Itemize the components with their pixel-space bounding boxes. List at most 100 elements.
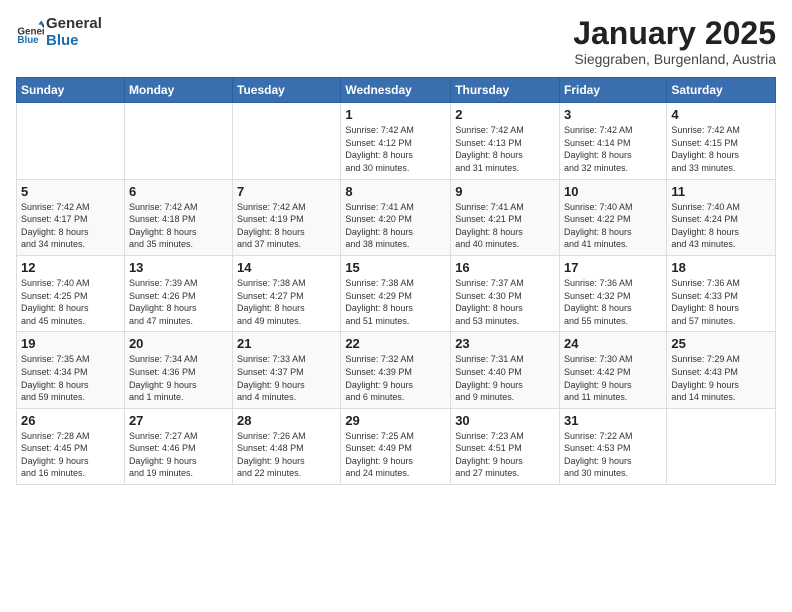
- day-number: 17: [564, 260, 662, 275]
- logo-general: General: [46, 16, 102, 33]
- day-number: 29: [345, 413, 446, 428]
- calendar-cell-w3-d2: 14 Sunrise: 7:38 AM Sunset: 4:27 PM Dayli…: [233, 255, 341, 331]
- calendar-cell-w4-d3: 22 Sunrise: 7:32 AM Sunset: 4:39 PM Dayli…: [341, 332, 451, 408]
- calendar-cell-w3-d5: 17 Sunrise: 7:36 AM Sunset: 4:32 PM Dayli…: [560, 255, 667, 331]
- day-info: Sunrise: 7:42 AM Sunset: 4:12 PM Dayligh…: [345, 124, 446, 174]
- day-number: 15: [345, 260, 446, 275]
- day-info: Sunrise: 7:42 AM Sunset: 4:14 PM Dayligh…: [564, 124, 662, 174]
- week-row-1: 1 Sunrise: 7:42 AM Sunset: 4:12 PM Daylig…: [17, 103, 776, 179]
- day-info: Sunrise: 7:38 AM Sunset: 4:29 PM Dayligh…: [345, 277, 446, 327]
- day-number: 26: [21, 413, 120, 428]
- day-info: Sunrise: 7:33 AM Sunset: 4:37 PM Dayligh…: [237, 353, 336, 403]
- calendar-header-row: Sunday Monday Tuesday Wednesday Thursday…: [17, 78, 776, 103]
- header-monday: Monday: [124, 78, 232, 103]
- day-number: 22: [345, 336, 446, 351]
- day-info: Sunrise: 7:27 AM Sunset: 4:46 PM Dayligh…: [129, 430, 228, 480]
- day-number: 12: [21, 260, 120, 275]
- day-number: 28: [237, 413, 336, 428]
- page-header: General Blue General Blue January 2025 S…: [16, 16, 776, 67]
- calendar-cell-w2-d6: 11 Sunrise: 7:40 AM Sunset: 4:24 PM Dayli…: [667, 179, 776, 255]
- calendar-cell-w4-d1: 20 Sunrise: 7:34 AM Sunset: 4:36 PM Dayli…: [124, 332, 232, 408]
- day-number: 11: [671, 184, 771, 199]
- day-number: 20: [129, 336, 228, 351]
- calendar-cell-w1-d6: 4 Sunrise: 7:42 AM Sunset: 4:15 PM Daylig…: [667, 103, 776, 179]
- day-info: Sunrise: 7:40 AM Sunset: 4:24 PM Dayligh…: [671, 201, 771, 251]
- header-thursday: Thursday: [451, 78, 560, 103]
- header-friday: Friday: [560, 78, 667, 103]
- day-info: Sunrise: 7:42 AM Sunset: 4:19 PM Dayligh…: [237, 201, 336, 251]
- day-info: Sunrise: 7:41 AM Sunset: 4:20 PM Dayligh…: [345, 201, 446, 251]
- day-number: 5: [21, 184, 120, 199]
- calendar-cell-w3-d3: 15 Sunrise: 7:38 AM Sunset: 4:29 PM Dayli…: [341, 255, 451, 331]
- day-info: Sunrise: 7:35 AM Sunset: 4:34 PM Dayligh…: [21, 353, 120, 403]
- day-number: 16: [455, 260, 555, 275]
- day-info: Sunrise: 7:40 AM Sunset: 4:22 PM Dayligh…: [564, 201, 662, 251]
- day-number: 2: [455, 107, 555, 122]
- day-number: 23: [455, 336, 555, 351]
- calendar-cell-w1-d5: 3Sunrise: 7:42 AM Sunset: 4:14 PM Daylig…: [560, 103, 667, 179]
- week-row-2: 5 Sunrise: 7:42 AM Sunset: 4:17 PM Daylig…: [17, 179, 776, 255]
- calendar-cell-w4-d6: 25Sunrise: 7:29 AM Sunset: 4:43 PM Dayli…: [667, 332, 776, 408]
- calendar-cell-w5-d5: 31Sunrise: 7:22 AM Sunset: 4:53 PM Dayli…: [560, 408, 667, 484]
- calendar-cell-w4-d4: 23 Sunrise: 7:31 AM Sunset: 4:40 PM Dayli…: [451, 332, 560, 408]
- day-info: Sunrise: 7:37 AM Sunset: 4:30 PM Dayligh…: [455, 277, 555, 327]
- header-saturday: Saturday: [667, 78, 776, 103]
- week-row-3: 12Sunrise: 7:40 AM Sunset: 4:25 PM Dayli…: [17, 255, 776, 331]
- calendar-cell-w5-d2: 28 Sunrise: 7:26 AM Sunset: 4:48 PM Dayli…: [233, 408, 341, 484]
- calendar-cell-w1-d4: 2Sunrise: 7:42 AM Sunset: 4:13 PM Daylig…: [451, 103, 560, 179]
- day-info: Sunrise: 7:42 AM Sunset: 4:17 PM Dayligh…: [21, 201, 120, 251]
- day-info: Sunrise: 7:32 AM Sunset: 4:39 PM Dayligh…: [345, 353, 446, 403]
- day-number: 24: [564, 336, 662, 351]
- calendar-cell-w1-d3: 1 Sunrise: 7:42 AM Sunset: 4:12 PM Daylig…: [341, 103, 451, 179]
- day-number: 7: [237, 184, 336, 199]
- calendar-cell-w1-d2: [233, 103, 341, 179]
- day-number: 1: [345, 107, 446, 122]
- day-info: Sunrise: 7:34 AM Sunset: 4:36 PM Dayligh…: [129, 353, 228, 403]
- day-number: 31: [564, 413, 662, 428]
- logo-blue: Blue: [46, 33, 102, 50]
- calendar-cell-w4-d0: 19 Sunrise: 7:35 AM Sunset: 4:34 PM Dayli…: [17, 332, 125, 408]
- day-info: Sunrise: 7:31 AM Sunset: 4:40 PM Dayligh…: [455, 353, 555, 403]
- day-number: 10: [564, 184, 662, 199]
- day-number: 9: [455, 184, 555, 199]
- day-info: Sunrise: 7:42 AM Sunset: 4:18 PM Dayligh…: [129, 201, 228, 251]
- calendar-cell-w2-d2: 7 Sunrise: 7:42 AM Sunset: 4:19 PM Daylig…: [233, 179, 341, 255]
- calendar-cell-w4-d2: 21 Sunrise: 7:33 AM Sunset: 4:37 PM Dayli…: [233, 332, 341, 408]
- title-section: January 2025 Sieggraben, Burgenland, Aus…: [573, 16, 776, 67]
- header-sunday: Sunday: [17, 78, 125, 103]
- calendar-cell-w1-d1: [124, 103, 232, 179]
- header-wednesday: Wednesday: [341, 78, 451, 103]
- day-number: 8: [345, 184, 446, 199]
- day-info: Sunrise: 7:36 AM Sunset: 4:33 PM Dayligh…: [671, 277, 771, 327]
- calendar-cell-w3-d0: 12Sunrise: 7:40 AM Sunset: 4:25 PM Dayli…: [17, 255, 125, 331]
- logo-icon: General Blue: [16, 19, 44, 47]
- day-number: 4: [671, 107, 771, 122]
- calendar-cell-w5-d0: 26Sunrise: 7:28 AM Sunset: 4:45 PM Dayli…: [17, 408, 125, 484]
- calendar-cell-w4-d5: 24 Sunrise: 7:30 AM Sunset: 4:42 PM Dayli…: [560, 332, 667, 408]
- day-number: 6: [129, 184, 228, 199]
- day-info: Sunrise: 7:38 AM Sunset: 4:27 PM Dayligh…: [237, 277, 336, 327]
- week-row-4: 19 Sunrise: 7:35 AM Sunset: 4:34 PM Dayli…: [17, 332, 776, 408]
- calendar-cell-w3-d6: 18Sunrise: 7:36 AM Sunset: 4:33 PM Dayli…: [667, 255, 776, 331]
- calendar-cell-w2-d0: 5 Sunrise: 7:42 AM Sunset: 4:17 PM Daylig…: [17, 179, 125, 255]
- svg-text:Blue: Blue: [17, 34, 39, 45]
- header-tuesday: Tuesday: [233, 78, 341, 103]
- day-info: Sunrise: 7:42 AM Sunset: 4:15 PM Dayligh…: [671, 124, 771, 174]
- day-number: 13: [129, 260, 228, 275]
- calendar-cell-w1-d0: [17, 103, 125, 179]
- calendar-cell-w2-d5: 10 Sunrise: 7:40 AM Sunset: 4:22 PM Dayli…: [560, 179, 667, 255]
- calendar-cell-w5-d3: 29 Sunrise: 7:25 AM Sunset: 4:49 PM Dayli…: [341, 408, 451, 484]
- day-number: 21: [237, 336, 336, 351]
- day-info: Sunrise: 7:36 AM Sunset: 4:32 PM Dayligh…: [564, 277, 662, 327]
- day-info: Sunrise: 7:25 AM Sunset: 4:49 PM Dayligh…: [345, 430, 446, 480]
- day-number: 30: [455, 413, 555, 428]
- day-info: Sunrise: 7:30 AM Sunset: 4:42 PM Dayligh…: [564, 353, 662, 403]
- calendar-table: Sunday Monday Tuesday Wednesday Thursday…: [16, 77, 776, 485]
- day-info: Sunrise: 7:26 AM Sunset: 4:48 PM Dayligh…: [237, 430, 336, 480]
- day-number: 19: [21, 336, 120, 351]
- calendar-cell-w3-d4: 16 Sunrise: 7:37 AM Sunset: 4:30 PM Dayli…: [451, 255, 560, 331]
- day-info: Sunrise: 7:41 AM Sunset: 4:21 PM Dayligh…: [455, 201, 555, 251]
- calendar-cell-w2-d1: 6 Sunrise: 7:42 AM Sunset: 4:18 PM Daylig…: [124, 179, 232, 255]
- day-number: 27: [129, 413, 228, 428]
- day-number: 14: [237, 260, 336, 275]
